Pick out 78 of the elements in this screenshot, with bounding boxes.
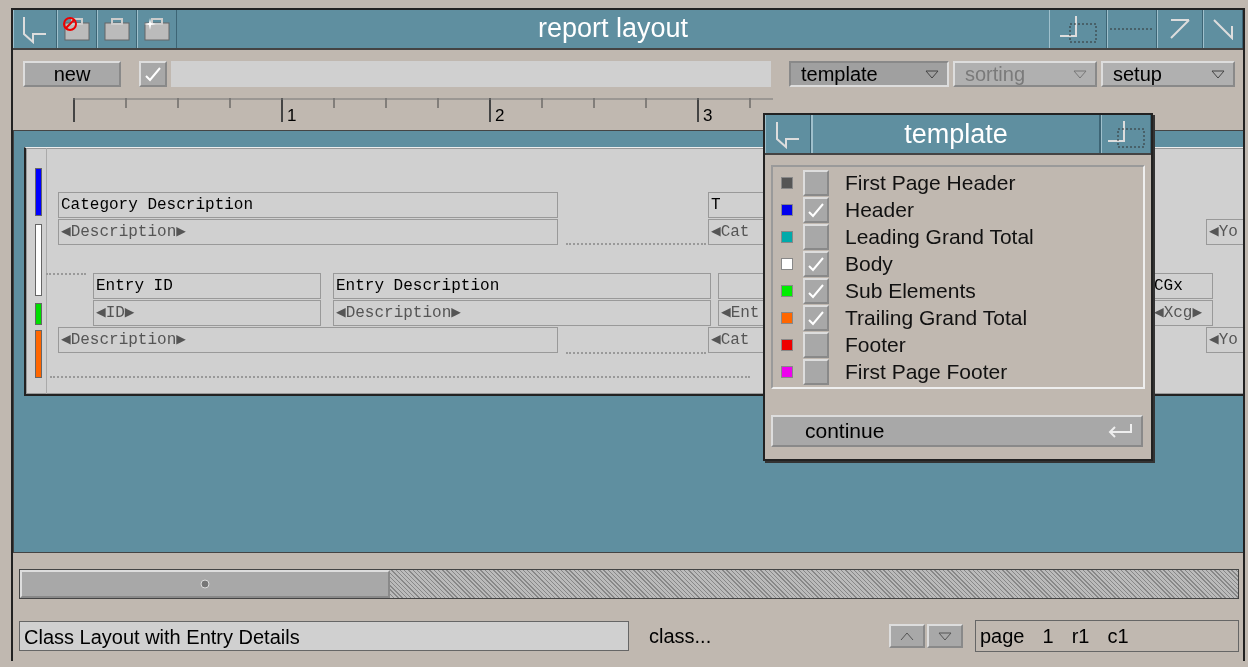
- report-field[interactable]: ◀ID▶: [93, 300, 321, 326]
- report-field[interactable]: ◀Yo: [1206, 327, 1243, 353]
- column-indicator: c1: [1107, 624, 1129, 648]
- check-icon: [807, 282, 825, 299]
- resize-icon: [1106, 119, 1146, 149]
- report-label[interactable]: Entry ID: [93, 273, 321, 299]
- down-arrow-icon: [938, 631, 952, 641]
- checkbox[interactable]: [803, 358, 829, 385]
- report-field[interactable]: ◀Cat: [708, 219, 764, 245]
- scrollbar-thumb[interactable]: [20, 570, 390, 598]
- report-field[interactable]: ◀Description▶: [58, 327, 558, 353]
- toolbar-button[interactable]: [137, 10, 177, 48]
- minimize-button[interactable]: [1203, 10, 1243, 48]
- report-field[interactable]: ◀Cat: [708, 327, 764, 353]
- checkbox[interactable]: [803, 169, 829, 196]
- report-field[interactable]: ◀Yo: [1206, 219, 1243, 245]
- band-label: First Page Header: [845, 170, 1016, 195]
- checkbox[interactable]: [803, 250, 829, 277]
- row-indicator: r1: [1071, 624, 1090, 648]
- band-label: Leading Grand Total: [845, 224, 1034, 249]
- apply-checkbox[interactable]: [139, 61, 167, 87]
- class-label: class...: [648, 624, 713, 648]
- check-icon: [807, 201, 825, 218]
- resize-icon: [1058, 14, 1098, 44]
- band-label: Footer: [845, 332, 906, 357]
- dropdown-menu[interactable]: setup: [1101, 61, 1235, 87]
- band-label: Trailing Grand Total: [845, 305, 1028, 330]
- continue-button[interactable]: continue: [771, 415, 1143, 447]
- ruler-label: 2: [495, 106, 505, 126]
- new-button[interactable]: new: [23, 61, 121, 87]
- input-field[interactable]: [171, 61, 771, 87]
- page-number: 1: [1042, 624, 1054, 648]
- window-menu-icon: [21, 14, 49, 44]
- resize-button[interactable]: [1101, 115, 1151, 153]
- briefcase-icon: [102, 16, 132, 42]
- dropdown-arrow-icon: [925, 69, 939, 79]
- band-label: Sub Elements: [845, 278, 976, 303]
- checkbox[interactable]: [803, 196, 829, 223]
- dropdown-arrow-icon: [1211, 69, 1225, 79]
- down-button[interactable]: [927, 624, 963, 648]
- band-label: First Page Footer: [845, 359, 1008, 384]
- corner-icon: [1169, 18, 1191, 40]
- ruler-label: 1: [287, 106, 297, 126]
- report-field[interactable]: ◀Ent: [718, 300, 764, 326]
- window-title: report layout: [536, 12, 690, 45]
- report-label[interactable]: Entry Description: [333, 273, 711, 299]
- dropdown-arrow-icon: [1073, 69, 1087, 79]
- toolbar-button[interactable]: [97, 10, 137, 48]
- resize-button[interactable]: [1049, 10, 1107, 48]
- checkbox[interactable]: [803, 304, 829, 331]
- status-message: Class Layout with Entry Details: [19, 621, 629, 651]
- report-field[interactable]: ◀Description▶: [58, 219, 558, 245]
- report-label[interactable]: Category Description: [58, 192, 558, 218]
- dropdown-menu[interactable]: template: [789, 61, 949, 87]
- briefcase-no-icon: [62, 16, 92, 42]
- ruler-label: 3: [703, 106, 713, 126]
- band-label: Header: [845, 197, 914, 222]
- report-field[interactable]: ◀Description▶: [333, 300, 711, 326]
- checkbox[interactable]: [803, 223, 829, 250]
- grip-icon: [200, 579, 210, 589]
- toolbar-button[interactable]: [57, 10, 97, 48]
- briefcase-star-icon: [142, 16, 172, 42]
- window-menu-button[interactable]: [765, 115, 811, 153]
- corner-icon: [1212, 18, 1234, 40]
- window-menu-button[interactable]: [13, 10, 57, 48]
- page-label: page: [980, 624, 1025, 648]
- maximize-button[interactable]: [1157, 10, 1203, 48]
- checkbox[interactable]: [803, 331, 829, 358]
- check-icon: [807, 255, 825, 272]
- horizontal-scrollbar[interactable]: [19, 569, 1239, 599]
- report-label[interactable]: T: [708, 192, 764, 218]
- dotted-line-icon: [1110, 27, 1154, 31]
- checkbox[interactable]: [803, 277, 829, 304]
- window-menu-icon: [774, 119, 802, 149]
- check-icon: [807, 309, 825, 326]
- band-label: Body: [845, 251, 893, 276]
- up-button[interactable]: [889, 624, 925, 648]
- report-label[interactable]: [718, 273, 764, 299]
